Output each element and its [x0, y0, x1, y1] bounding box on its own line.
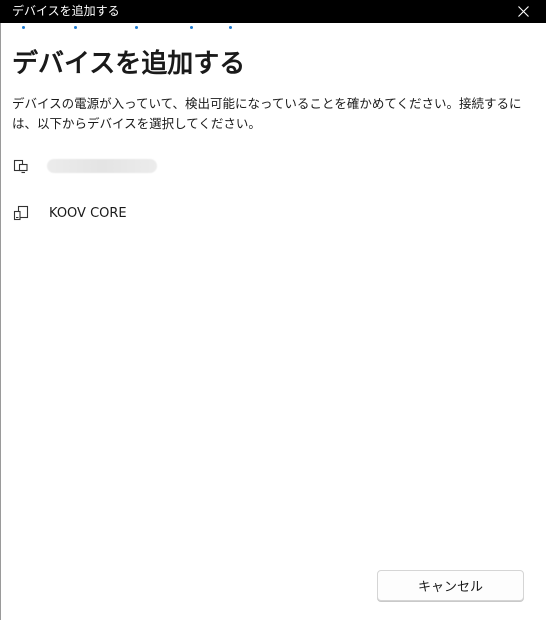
instructions-text: デバイスの電源が入っていて、検出可能になっていることを確かめてください。接続する… — [12, 96, 522, 131]
device-name-redacted — [47, 159, 157, 173]
device-name: KOOV CORE — [49, 205, 127, 221]
progress-indicator — [0, 23, 546, 33]
close-button[interactable] — [500, 0, 546, 23]
page-title: デバイスを追加する — [12, 49, 246, 79]
device-item[interactable]: KOOV CORE — [12, 196, 512, 230]
device-item[interactable] — [12, 149, 512, 183]
window-border — [0, 23, 1, 620]
progress-dot — [229, 26, 232, 29]
close-icon — [517, 6, 529, 17]
progress-dot — [22, 26, 25, 29]
device-icon — [12, 157, 30, 175]
progress-dot — [74, 26, 77, 29]
device-icon — [12, 204, 30, 222]
progress-dot — [190, 26, 193, 29]
window-title: デバイスを追加する — [12, 4, 120, 18]
cancel-button[interactable]: キャンセル — [377, 570, 524, 601]
title-bar: デバイスを追加する — [0, 0, 546, 23]
progress-dot — [135, 26, 138, 29]
